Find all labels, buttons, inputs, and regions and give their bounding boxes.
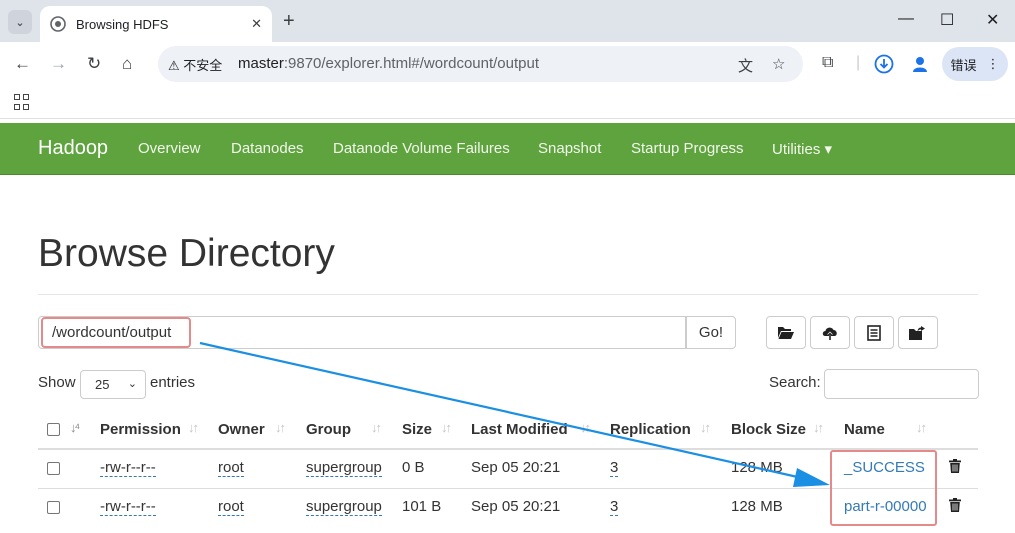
browser-tab[interactable]: Browsing HDFS ✕ <box>40 6 272 42</box>
column-block-size[interactable]: Block Size <box>731 421 806 438</box>
profile-error-button[interactable]: 错误 ⋮ <box>942 47 1008 81</box>
column-name[interactable]: Name <box>844 421 885 438</box>
apps-grid-icon[interactable] <box>14 94 30 110</box>
select-all-checkbox[interactable] <box>47 423 60 436</box>
sort-icon[interactable]: ↓↑ <box>188 420 199 435</box>
home-icon[interactable]: ⌂ <box>122 54 132 74</box>
sort-icon[interactable]: ↓↑ <box>275 420 286 435</box>
row-block-size: 128 MB <box>731 498 783 515</box>
title-divider <box>38 294 978 295</box>
column-last-modified[interactable]: Last Modified <box>471 421 568 438</box>
row-checkbox[interactable] <box>47 462 60 475</box>
folder-share-button[interactable] <box>898 316 938 349</box>
column-group[interactable]: Group <box>306 421 351 438</box>
row-replication[interactable]: 3 <box>610 498 619 516</box>
row-size: 0 B <box>402 459 425 476</box>
row-last-modified: Sep 05 20:21 <box>471 498 561 515</box>
url-text[interactable]: master:9870/explorer.html#/wordcount/out… <box>238 55 539 72</box>
column-size[interactable]: Size <box>402 421 432 438</box>
row-replication[interactable]: 3 <box>610 459 619 477</box>
upload-files-button[interactable] <box>810 316 850 349</box>
sort-icon[interactable]: ↓↑ <box>371 420 382 435</box>
row-size: 101 B <box>402 498 442 515</box>
tab-title: Browsing HDFS <box>76 16 169 32</box>
nav-overview[interactable]: Overview <box>138 140 201 157</box>
sort-icon[interactable]: ↓↑ <box>441 420 452 435</box>
close-tab-icon[interactable]: ✕ <box>251 16 262 32</box>
arrow-line <box>199 341 803 480</box>
directory-path-value[interactable]: /wordcount/output <box>41 317 191 348</box>
chrome-divider <box>0 118 1015 119</box>
browser-toolbar: ← → ↻ ⌂ ⚠ 不安全 master:9870/explorer.html#… <box>0 42 1015 88</box>
file-names-highlight <box>830 450 937 526</box>
back-icon[interactable]: ← <box>14 54 31 74</box>
row-checkbox[interactable] <box>47 501 60 514</box>
bookmark-star-icon[interactable]: ☆ <box>772 55 785 73</box>
more-menu-icon[interactable]: ⋮ <box>987 56 1000 72</box>
forward-icon[interactable]: → <box>50 54 67 74</box>
nav-datanodes[interactable]: Datanodes <box>231 140 304 157</box>
sort-ascending-icon[interactable]: ↓⁴ <box>70 420 80 435</box>
trash-icon[interactable] <box>949 498 961 512</box>
trash-icon[interactable] <box>949 459 961 473</box>
browser-tabbar: ⌄ Browsing HDFS ✕ + — ☐ ✕ <box>0 0 1015 42</box>
nav-volume-failures[interactable]: Datanode Volume Failures <box>333 140 510 157</box>
reload-icon[interactable]: ↻ <box>87 54 101 74</box>
column-replication[interactable]: Replication <box>610 421 691 438</box>
toolbar-divider: | <box>856 54 861 71</box>
download-icon[interactable] <box>874 54 894 74</box>
go-button[interactable]: Go! <box>686 316 736 349</box>
column-owner[interactable]: Owner <box>218 421 265 438</box>
row-permission[interactable]: -rw-r--r-- <box>100 459 156 477</box>
address-bar[interactable]: ⚠ 不安全 master:9870/explorer.html#/wordcou… <box>158 46 803 82</box>
chevron-down-icon: ⌄ <box>127 378 137 390</box>
row-group[interactable]: supergroup <box>306 459 382 477</box>
entries-label: entries <box>150 374 196 391</box>
sort-icon[interactable]: ↓↑ <box>580 420 591 435</box>
nav-utilities[interactable]: Utilities ▾ <box>772 140 832 158</box>
row-last-modified: Sep 05 20:21 <box>471 459 561 476</box>
folder-share-icon <box>909 325 925 340</box>
cloud-upload-icon <box>822 327 837 340</box>
show-label: Show <box>38 374 76 391</box>
globe-icon <box>50 16 66 32</box>
hadoop-navbar: Hadoop Overview Datanodes Datanode Volum… <box>0 123 1015 175</box>
translate-icon[interactable]: 文 <box>738 55 753 76</box>
window-close-icon[interactable]: ✕ <box>986 10 999 30</box>
account-icon[interactable] <box>910 54 930 74</box>
nav-startup-progress[interactable]: Startup Progress <box>631 140 744 157</box>
sort-icon[interactable]: ↓↑ <box>916 420 927 435</box>
sort-icon[interactable]: ↓↑ <box>813 420 824 435</box>
entries-per-page-select[interactable]: 25 ⌄ <box>80 370 146 399</box>
row-owner[interactable]: root <box>218 459 244 477</box>
row-owner[interactable]: root <box>218 498 244 516</box>
page-title: Browse Directory <box>38 232 335 275</box>
list-alt-icon <box>867 324 881 341</box>
tab-search-chevron-icon[interactable]: ⌄ <box>8 10 32 34</box>
arrow-head <box>793 468 830 487</box>
column-permission[interactable]: Permission <box>100 421 181 438</box>
row-block-size: 128 MB <box>731 459 783 476</box>
hadoop-brand[interactable]: Hadoop <box>38 137 108 160</box>
create-directory-button[interactable] <box>766 316 806 349</box>
not-secure-indicator[interactable]: ⚠ 不安全 <box>168 55 222 74</box>
extensions-icon[interactable]: ⧉ <box>822 54 833 72</box>
row-group[interactable]: supergroup <box>306 498 382 516</box>
new-tab-icon[interactable]: + <box>283 10 295 33</box>
nav-snapshot[interactable]: Snapshot <box>538 140 601 157</box>
sort-icon[interactable]: ↓↑ <box>700 420 711 435</box>
row-permission[interactable]: -rw-r--r-- <box>100 498 156 516</box>
cut-paste-button[interactable] <box>854 316 894 349</box>
folder-open-icon <box>778 327 794 339</box>
bookmarks-bar <box>0 88 1015 118</box>
maximize-icon[interactable]: ☐ <box>940 10 954 30</box>
search-input[interactable] <box>824 369 979 399</box>
minimize-icon[interactable]: — <box>898 10 914 28</box>
search-label: Search: <box>769 374 821 391</box>
